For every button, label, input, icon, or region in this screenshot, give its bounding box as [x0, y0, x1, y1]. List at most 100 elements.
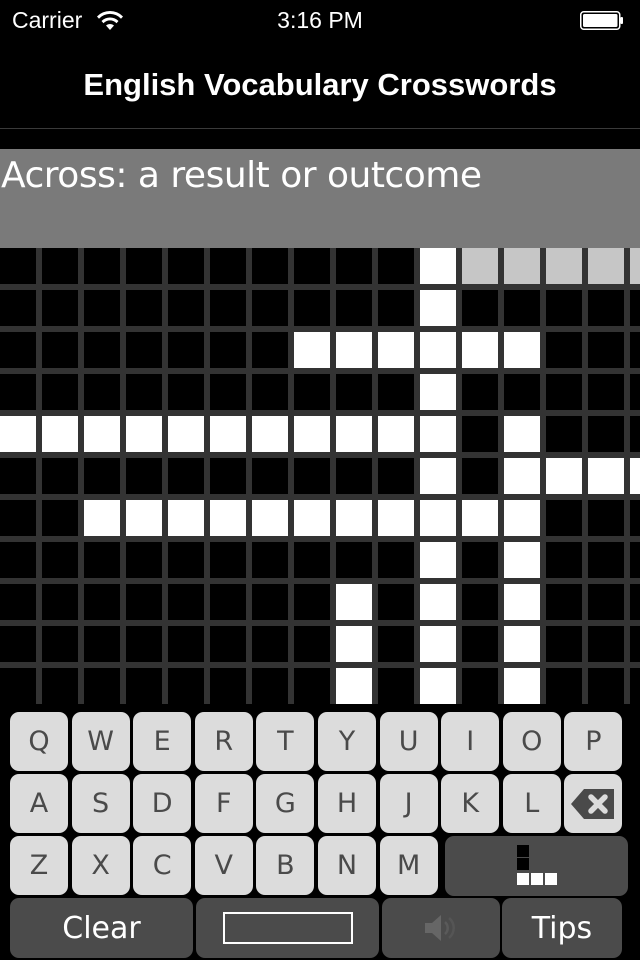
grid-cell-blocked	[462, 290, 498, 326]
grid-cell-open[interactable]	[504, 542, 540, 578]
key-s[interactable]: S	[71, 774, 130, 833]
grid-cell-open[interactable]	[336, 668, 372, 704]
grid-cell-highlighted[interactable]	[546, 248, 582, 284]
grid-cell-open[interactable]	[588, 458, 624, 494]
grid-cell-open[interactable]	[378, 332, 414, 368]
grid-cell-open[interactable]	[420, 626, 456, 662]
grid-cell-open[interactable]	[0, 416, 36, 452]
key-w[interactable]: W	[71, 712, 130, 771]
answer-field-button[interactable]	[196, 898, 379, 958]
grid-cell-open[interactable]	[378, 416, 414, 452]
grid-cell-open[interactable]	[462, 332, 498, 368]
grid-cell-highlighted[interactable]	[588, 248, 624, 284]
key-y[interactable]: Y	[318, 712, 376, 771]
grid-cell-blocked	[42, 542, 78, 578]
key-r[interactable]: R	[194, 712, 253, 771]
grid-cell-open[interactable]	[504, 416, 540, 452]
grid-cell-open[interactable]	[420, 668, 456, 704]
grid-cell-open[interactable]	[504, 626, 540, 662]
grid-cell-open[interactable]	[294, 500, 330, 536]
key-q[interactable]: Q	[10, 712, 68, 771]
answer-field[interactable]	[222, 912, 353, 944]
grid-cell-open[interactable]	[420, 290, 456, 326]
key-label: C	[152, 850, 172, 881]
grid-cell-open[interactable]	[168, 416, 204, 452]
grid-cell-highlighted[interactable]	[462, 248, 498, 284]
grid-cell-open[interactable]	[546, 458, 582, 494]
key-p[interactable]: P	[564, 712, 623, 771]
key-e[interactable]: E	[133, 712, 192, 771]
backspace-button[interactable]	[564, 774, 623, 833]
grid-cell-open[interactable]	[504, 584, 540, 620]
grid-cell-open[interactable]	[504, 458, 540, 494]
grid-cell-blocked	[294, 248, 330, 284]
key-u[interactable]: U	[379, 712, 438, 771]
key-d[interactable]: D	[133, 774, 192, 833]
grid-cell-blocked	[0, 332, 36, 368]
grid-cell-open[interactable]	[126, 416, 162, 452]
grid-cell-blocked	[546, 668, 582, 704]
key-j[interactable]: J	[379, 774, 438, 833]
grid-cell-open[interactable]	[84, 416, 120, 452]
tips-button[interactable]: Tips	[502, 898, 622, 958]
grid-cell-open[interactable]	[336, 416, 372, 452]
grid-cell-open[interactable]	[336, 332, 372, 368]
grid-cell-open[interactable]	[252, 416, 288, 452]
grid-cell-open[interactable]	[420, 584, 456, 620]
key-t[interactable]: T	[256, 712, 315, 771]
grid-cell-open[interactable]	[420, 416, 456, 452]
grid-cell-blocked	[294, 374, 330, 410]
crossword-grid[interactable]	[0, 248, 640, 704]
key-v[interactable]: V	[194, 836, 253, 895]
grid-cell-open[interactable]	[336, 584, 372, 620]
key-o[interactable]: O	[502, 712, 561, 771]
key-z[interactable]: Z	[10, 836, 68, 895]
grid-cell-open[interactable]	[168, 500, 204, 536]
grid-cell-open[interactable]	[336, 626, 372, 662]
key-m[interactable]: M	[379, 836, 438, 895]
grid-cell-open[interactable]	[420, 458, 456, 494]
key-h[interactable]: H	[318, 774, 376, 833]
grid-cell-open[interactable]	[420, 374, 456, 410]
grid-cell-blocked	[336, 374, 372, 410]
grid-cell-open[interactable]	[336, 500, 372, 536]
grid-cell-open[interactable]	[294, 332, 330, 368]
speaker-button[interactable]	[382, 898, 500, 958]
grid-cell-open[interactable]	[126, 500, 162, 536]
grid-cell-open[interactable]	[42, 416, 78, 452]
grid-cell-open[interactable]	[462, 500, 498, 536]
key-g[interactable]: G	[256, 774, 315, 833]
grid-cell-blocked	[336, 542, 372, 578]
key-i[interactable]: I	[441, 712, 500, 771]
key-l[interactable]: L	[502, 774, 561, 833]
grid-cell-open[interactable]	[84, 500, 120, 536]
grid-cell-open[interactable]	[504, 332, 540, 368]
grid-cell-open[interactable]	[420, 500, 456, 536]
grid-cell-open[interactable]	[420, 332, 456, 368]
key-n[interactable]: N	[318, 836, 376, 895]
grid-cell-open[interactable]	[630, 458, 640, 494]
grid-cell-highlighted[interactable]	[504, 248, 540, 284]
grid-cell-open[interactable]	[420, 542, 456, 578]
key-f[interactable]: F	[194, 774, 253, 833]
direction-toggle-button[interactable]	[445, 836, 628, 896]
clear-button[interactable]: Clear	[10, 898, 193, 958]
grid-cell-open[interactable]	[378, 500, 414, 536]
grid-cell-open[interactable]	[210, 416, 246, 452]
key-k[interactable]: K	[441, 774, 500, 833]
grid-cell-open[interactable]	[252, 500, 288, 536]
grid-cell-highlighted[interactable]	[630, 248, 640, 284]
grid-cell-open[interactable]	[504, 500, 540, 536]
grid-cell-open[interactable]	[504, 668, 540, 704]
key-a[interactable]: A	[10, 774, 68, 833]
grid-cell-open[interactable]	[294, 416, 330, 452]
grid-cell-blocked	[378, 248, 414, 284]
key-x[interactable]: X	[71, 836, 130, 895]
grid-cell-blocked	[42, 248, 78, 284]
key-b[interactable]: B	[256, 836, 315, 895]
status-bar: Carrier 3:16 PM	[0, 0, 640, 40]
grid-cell-blocked	[588, 668, 624, 704]
grid-cell-open[interactable]	[420, 248, 456, 284]
grid-cell-open[interactable]	[210, 500, 246, 536]
key-c[interactable]: C	[133, 836, 192, 895]
